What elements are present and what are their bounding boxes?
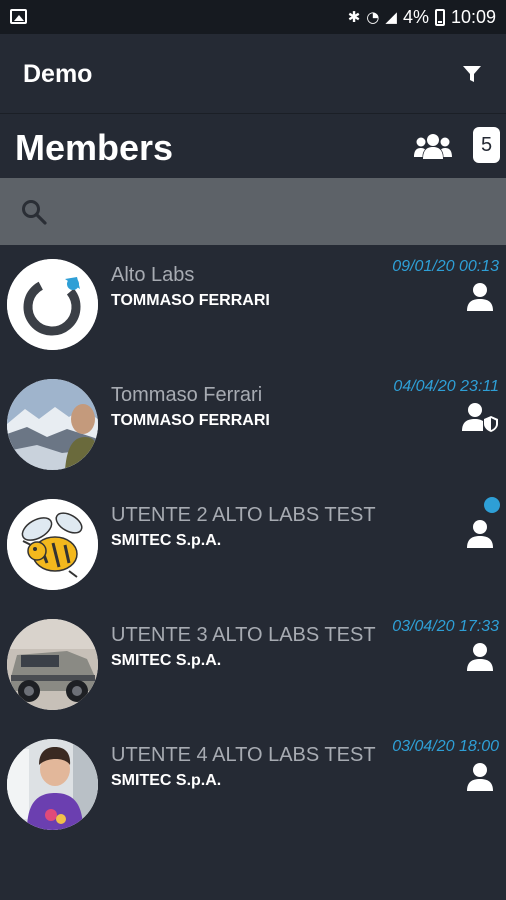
avatar [7,259,98,350]
group-icon[interactable] [414,133,452,159]
member-name: UTENTE 4 ALTO LABS TEST [111,744,376,766]
status-bar-right: ✱ ◔ ◢ 4% 10:09 [348,6,496,28]
bluetooth-icon: ✱ [347,8,361,26]
signal-icon: ◢ [385,8,397,26]
app-bar: Demo [0,34,506,114]
list-item[interactable]: Tommaso Ferrari TOMMASO FERRARI 04/04/20… [0,365,506,485]
list-item[interactable]: UTENTE 4 ALTO LABS TEST SMITEC S.p.A. 03… [0,725,506,845]
page-title: Members [15,127,174,168]
avatar [7,499,98,590]
list-item[interactable]: Alto Labs TOMMASO FERRARI 09/01/20 00:13 [0,245,506,365]
user-icon [467,763,493,791]
search-bar [0,178,506,245]
wifi-icon: ◔ [366,8,380,26]
last-access-date: 09/01/20 00:13 [392,258,499,275]
member-name: UTENTE 3 ALTO LABS TEST [111,624,376,646]
list-item[interactable]: UTENTE 3 ALTO LABS TEST SMITEC S.p.A. 03… [0,605,506,725]
avatar [7,379,98,470]
user-shield-icon [462,403,498,432]
status-bar: ✱ ◔ ◢ 4% 10:09 [0,0,506,34]
last-access-date: 03/04/20 18:00 [392,738,499,755]
list-item[interactable]: UTENTE 2 ALTO LABS TEST SMITEC S.p.A. [0,485,506,605]
member-company: SMITEC S.p.A. [111,652,222,669]
member-company: TOMMASO FERRARI [111,412,270,429]
user-icon [467,283,493,311]
avatar [7,739,98,830]
members-list: Alto Labs TOMMASO FERRARI 09/01/20 00:13… [0,245,506,845]
search-input[interactable] [60,192,490,232]
online-status-dot [484,497,500,513]
picture-icon [10,9,27,24]
member-name: UTENTE 2 ALTO LABS TEST [111,504,376,526]
filter-icon[interactable] [462,64,482,84]
user-icon [467,643,493,671]
app-title: Demo [23,60,93,88]
last-access-date: 03/04/20 17:33 [392,618,499,635]
member-name: Tommaso Ferrari [111,384,263,406]
members-header: Members 5 [0,115,506,178]
member-company: SMITEC S.p.A. [111,532,222,549]
member-company: TOMMASO FERRARI [111,292,270,309]
user-icon [467,520,493,548]
member-company: SMITEC S.p.A. [111,772,222,789]
search-icon [22,200,47,225]
battery-percent: 4% [402,6,429,27]
member-name: Alto Labs [111,264,195,286]
clock-time: 10:09 [450,6,496,27]
battery-icon [434,8,445,26]
last-access-date: 04/04/20 23:11 [393,378,499,395]
avatar [7,619,98,710]
member-count-badge: 5 [473,127,500,163]
